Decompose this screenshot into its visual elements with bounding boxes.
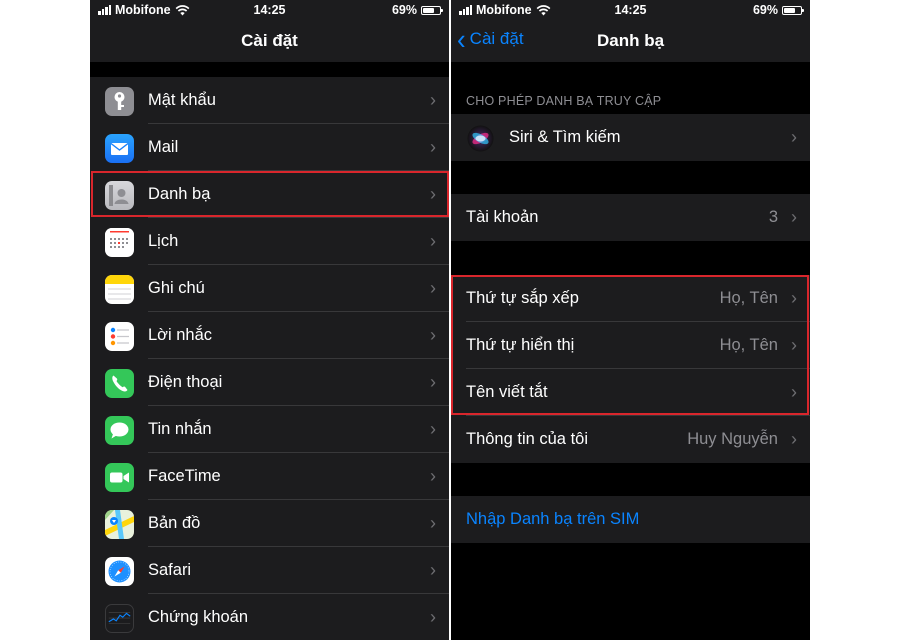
status-bar: Mobifone 14:25 69%: [451, 0, 810, 20]
display-order-row[interactable]: Thứ tự hiển thị Họ, Tên ›: [451, 322, 810, 369]
battery-percent: 69%: [752, 3, 778, 17]
short-name-row[interactable]: Tên viết tắt ›: [451, 369, 810, 416]
chevron-right-icon: ›: [430, 184, 436, 204]
chevron-right-icon: ›: [791, 382, 797, 402]
siri-section: Siri & Tìm kiếm ›: [451, 114, 810, 161]
my-info-label: Thông tin của tôi: [466, 430, 588, 448]
settings-item-label: Danh bạ: [148, 185, 211, 203]
navigation-bar: ‹ Cài đặt Danh bạ: [451, 20, 810, 62]
reminders-icon: [105, 322, 134, 351]
chevron-right-icon: ›: [791, 429, 797, 449]
sort-order-value: Họ, Tên: [719, 289, 778, 307]
sort-order-row[interactable]: Thứ tự sắp xếp Họ, Tên ›: [451, 275, 810, 322]
import-sim-row[interactable]: Nhập Danh bạ trên SIM: [451, 496, 810, 543]
short-name-label: Tên viết tắt: [466, 383, 548, 401]
order-section: Thứ tự sắp xếp Họ, Tên › Thứ tự hiển thị…: [451, 275, 810, 463]
chevron-right-icon: ›: [430, 560, 436, 580]
section-header: CHO PHÉP DANH BẠ TRUY CẬP: [466, 94, 662, 108]
mail-icon: [105, 134, 134, 163]
stocks-icon: [105, 604, 134, 633]
settings-item-notes[interactable]: Ghi chú ›: [90, 265, 449, 312]
settings-item-reminders[interactable]: Lời nhắc ›: [90, 312, 449, 359]
battery-icon: [782, 5, 804, 15]
settings-item-passwords[interactable]: Mật khẩu ›: [90, 77, 449, 124]
chevron-right-icon: ›: [791, 207, 797, 227]
chevron-right-icon: ›: [430, 419, 436, 439]
accounts-section: Tài khoản 3 ›: [451, 194, 810, 241]
settings-item-label: Chứng khoán: [148, 608, 249, 626]
accounts-count: 3: [768, 208, 778, 226]
contacts-settings-screen: Mobifone 14:25 69% ‹ Cài đặt Danh bạ CHO…: [451, 0, 810, 640]
siri-search-label: Siri & Tìm kiếm: [509, 128, 621, 146]
battery-percent: 69%: [391, 3, 417, 17]
page-title: Danh bạ: [596, 31, 665, 50]
settings-item-label: Mail: [148, 138, 179, 156]
settings-item-label: Ghi chú: [148, 279, 205, 297]
facetime-icon: [105, 463, 134, 492]
sort-order-label: Thứ tự sắp xếp: [466, 289, 579, 307]
chevron-right-icon: ›: [791, 127, 797, 147]
settings-item-facetime[interactable]: FaceTime ›: [90, 453, 449, 500]
settings-item-label: Lịch: [148, 232, 179, 250]
settings-screen: Mobifone 14:25 69% Cài đặt Mật khẩu › Ma…: [90, 0, 449, 640]
page-title: Cài đặt: [241, 31, 298, 50]
maps-icon: [105, 510, 134, 539]
chevron-right-icon: ›: [430, 278, 436, 298]
settings-item-label: Mật khẩu: [148, 91, 216, 109]
accounts-label: Tài khoản: [466, 208, 539, 226]
chevron-right-icon: ›: [430, 137, 436, 157]
chevron-right-icon: ›: [430, 372, 436, 392]
settings-item-messages[interactable]: Tin nhắn ›: [90, 406, 449, 453]
chevron-right-icon: ›: [430, 513, 436, 533]
settings-item-label: Bản đồ: [148, 514, 201, 532]
notes-icon: [105, 275, 134, 304]
settings-item-label: Điện thoại: [148, 373, 223, 391]
settings-item-safari[interactable]: Safari ›: [90, 547, 449, 594]
my-info-value: Huy Nguyễn: [687, 430, 778, 448]
contacts-icon: [105, 181, 134, 210]
calendar-icon: [105, 228, 134, 257]
settings-item-calendar[interactable]: Lịch ›: [90, 218, 449, 265]
battery-icon: [421, 5, 443, 15]
settings-item-label: Tin nhắn: [148, 420, 212, 438]
settings-item-contacts[interactable]: Danh bạ ›: [90, 171, 449, 218]
settings-item-phone[interactable]: Điện thoại ›: [90, 359, 449, 406]
safari-icon: [105, 557, 134, 586]
import-sim-link[interactable]: Nhập Danh bạ trên SIM: [466, 510, 639, 529]
siri-search-row[interactable]: Siri & Tìm kiếm ›: [451, 114, 810, 161]
chevron-right-icon: ›: [430, 325, 436, 345]
settings-item-label: FaceTime: [148, 467, 221, 485]
settings-list: Mật khẩu › Mail › Danh bạ › Lịch › Ghi c…: [90, 77, 449, 640]
messages-icon: [105, 416, 134, 445]
settings-item-stocks[interactable]: Chứng khoán ›: [90, 594, 449, 640]
my-info-row[interactable]: Thông tin của tôi Huy Nguyễn ›: [451, 416, 810, 463]
display-order-label: Thứ tự hiển thị: [466, 336, 575, 354]
chevron-right-icon: ›: [430, 231, 436, 251]
status-bar: Mobifone 14:25 69%: [90, 0, 449, 20]
import-section: Nhập Danh bạ trên SIM: [451, 496, 810, 543]
settings-item-mail[interactable]: Mail ›: [90, 124, 449, 171]
chevron-right-icon: ›: [430, 90, 436, 110]
display-order-value: Họ, Tên: [719, 336, 778, 354]
settings-item-maps[interactable]: Bản đồ ›: [90, 500, 449, 547]
siri-icon: [466, 124, 495, 153]
phone-icon: [105, 369, 134, 398]
settings-item-label: Safari: [148, 561, 192, 579]
key-icon: [105, 87, 134, 116]
chevron-right-icon: ›: [430, 607, 436, 627]
chevron-right-icon: ›: [791, 288, 797, 308]
chevron-right-icon: ›: [791, 335, 797, 355]
settings-item-label: Lời nhắc: [148, 326, 213, 344]
chevron-right-icon: ›: [430, 466, 436, 486]
accounts-row[interactable]: Tài khoản 3 ›: [451, 194, 810, 241]
navigation-bar: Cài đặt: [90, 20, 449, 62]
